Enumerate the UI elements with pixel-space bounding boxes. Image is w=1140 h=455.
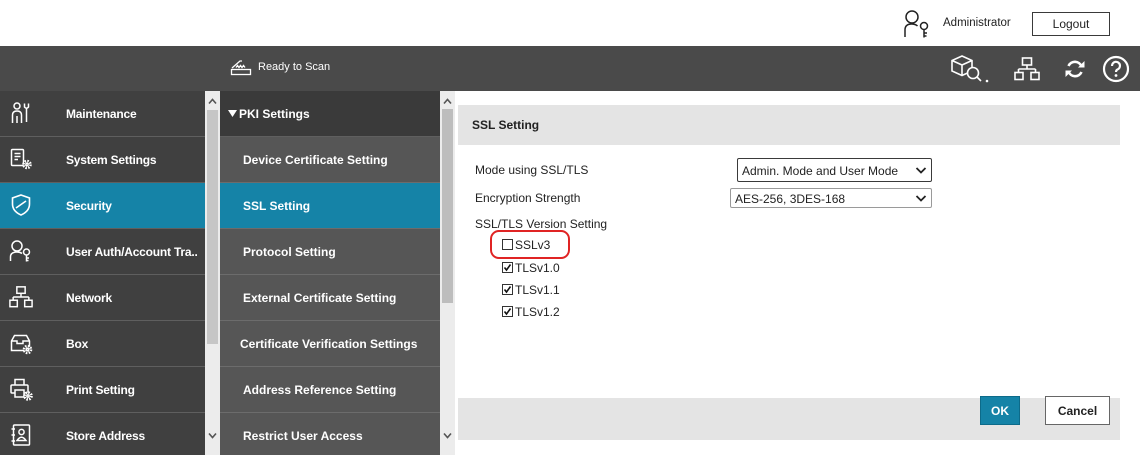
network-icon [9,285,33,309]
logout-button[interactable]: Logout [1032,12,1110,36]
sidebar-item-label: System Settings [66,153,157,167]
status-bar: Ready to Scan [0,46,1140,91]
sidebar-item-user-auth[interactable]: User Auth/Account Tra.. [0,229,205,275]
encryption-select-value: AES-256, 3DES-168 [735,192,846,206]
scroll-down-icon[interactable] [442,430,453,441]
tlsv11-label: TLSv1.1 [515,283,560,297]
submenu-item-certificate-verification-settings[interactable]: Certificate Verification Settings [220,321,440,367]
sidebar: Maintenance System Settings Security Use… [0,91,205,455]
chevron-down-icon [915,166,927,175]
ok-button[interactable]: OK [980,396,1020,425]
sidebar-item-security[interactable]: Security [0,183,205,229]
sidebar-item-store-address[interactable]: Store Address [0,413,205,455]
tlsv10-checkbox[interactable] [502,262,513,273]
network-icon[interactable] [1014,56,1040,82]
sidebar-item-label: Store Address [66,429,145,443]
submenu-item-label: SSL Setting [243,199,311,213]
scrollbar-thumb[interactable] [442,109,453,303]
submenu-item-label: Address Reference Setting [243,383,397,397]
annotation-highlight-ring [490,230,570,259]
encryption-label: Encryption Strength [475,191,581,205]
submenu-item-ssl-setting[interactable]: SSL Setting [220,183,440,229]
sidebar-item-label: Security [66,199,112,213]
submenu-scrollbar[interactable] [440,91,455,455]
sidebar-item-label: Print Setting [66,383,135,397]
submenu: PKI Settings Device Certificate Setting … [220,91,440,455]
submenu-header-pki-settings[interactable]: PKI Settings [220,91,440,137]
submenu-item-label: Device Certificate Setting [243,153,388,167]
submenu-header-label: PKI Settings [239,107,310,121]
mode-label: Mode using SSL/TLS [475,163,589,177]
address-book-icon [9,423,33,447]
sidebar-item-label: Box [66,337,89,351]
sidebar-item-label: Maintenance [66,107,137,121]
box-search-icon[interactable] [950,54,990,84]
panel-header: SSL Setting [458,105,1120,145]
encryption-select[interactable]: AES-256, 3DES-168 [730,188,932,208]
submenu-item-label: Protocol Setting [243,245,336,259]
user-name: Administrator [943,17,1011,29]
shield-icon [9,193,33,217]
cancel-button[interactable]: Cancel [1045,396,1110,425]
page-title: SSL Setting [472,118,540,132]
top-bar: Administrator Logout [0,0,1140,46]
submenu-item-device-certificate-setting[interactable]: Device Certificate Setting [220,137,440,183]
user-auth-icon [9,239,33,263]
sidebar-item-box[interactable]: Box [0,321,205,367]
mode-select-value: Admin. Mode and User Mode [742,164,899,178]
help-icon[interactable] [1102,55,1130,83]
box-icon [9,331,33,355]
submenu-item-restrict-user-access[interactable]: Restrict User Access [220,413,440,455]
sidebar-item-label: Network [66,291,112,305]
tlsv11-option[interactable]: TLSv1.1 [502,283,572,297]
tlsv11-checkbox[interactable] [502,284,513,295]
footer-bar [458,398,1120,440]
status-text: Ready to Scan [258,61,331,73]
submenu-item-address-reference-setting[interactable]: Address Reference Setting [220,367,440,413]
submenu-item-label: Restrict User Access [243,429,363,443]
chevron-down-icon [915,194,927,203]
submenu-item-label: External Certificate Setting [243,291,397,305]
submenu-item-external-certificate-setting[interactable]: External Certificate Setting [220,275,440,321]
refresh-icon[interactable] [1063,57,1087,81]
tlsv10-label: TLSv1.0 [515,261,560,275]
sidebar-scrollbar[interactable] [205,91,220,455]
user-key-icon [902,9,936,39]
sidebar-item-print-setting[interactable]: Print Setting [0,367,205,413]
tlsv12-label: TLSv1.2 [515,305,560,319]
scroll-up-icon[interactable] [442,96,453,107]
expand-triangle-icon [228,110,237,117]
tlsv12-option[interactable]: TLSv1.2 [502,305,572,319]
scrollbar-thumb[interactable] [207,110,218,344]
version-setting-label: SSL/TLS Version Setting [475,217,608,231]
sidebar-item-maintenance[interactable]: Maintenance [0,91,205,137]
sidebar-item-system-settings[interactable]: System Settings [0,137,205,183]
scroll-up-icon[interactable] [207,96,218,107]
tlsv12-checkbox[interactable] [502,306,513,317]
sidebar-item-network[interactable]: Network [0,275,205,321]
scanner-icon [230,59,252,77]
print-setting-icon [9,377,33,401]
submenu-item-protocol-setting[interactable]: Protocol Setting [220,229,440,275]
system-settings-icon [9,147,33,171]
sidebar-item-label: User Auth/Account Tra.. [66,245,198,259]
tlsv10-option[interactable]: TLSv1.0 [502,261,572,275]
mode-select[interactable]: Admin. Mode and User Mode [737,158,932,182]
submenu-item-label: Certificate Verification Settings [240,337,418,351]
maintenance-icon [9,101,33,125]
scroll-down-icon[interactable] [207,430,218,441]
